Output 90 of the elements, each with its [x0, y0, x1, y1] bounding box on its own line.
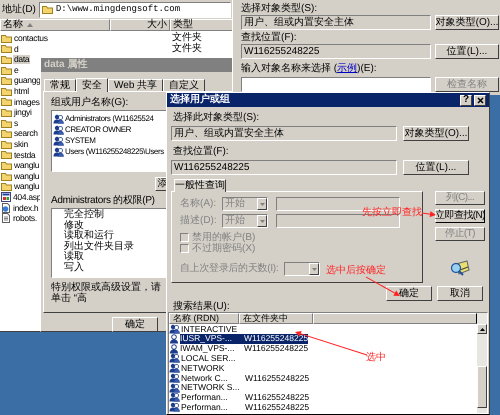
hint-text: 特别权限或高级设置，请单击 “高 [51, 282, 162, 304]
column-header[interactable]: 大小 [110, 19, 170, 31]
address-field[interactable]: D:\www.mingdengsoft.com [38, 2, 231, 18]
file-name[interactable]: testda [13, 150, 36, 160]
list-item: 列出文件夹目录 [64, 242, 134, 252]
address-label: 地址(D) [2, 4, 36, 14]
dialog-button[interactable]: 位置(L)... [403, 160, 469, 175]
help-button[interactable]: ? [460, 94, 472, 106]
field-label: 名称(A): [180, 199, 218, 209]
list-item: 读取 [64, 252, 84, 262]
result-row[interactable]: Network C... W116255248225 [181, 372, 309, 383]
text-field[interactable]: W116255248225 [241, 44, 431, 59]
file-name[interactable]: d [13, 44, 20, 54]
table-cell-text: W116255248225 [243, 344, 308, 353]
text-field[interactable]: W116255248225 [171, 160, 397, 175]
annotation-text: 选中 [366, 353, 386, 363]
table-cell-text: IUSR_VPS-... [180, 334, 233, 343]
file-name[interactable]: skin [13, 140, 29, 148]
file-name[interactable]: contactus [13, 34, 49, 43]
field-label: 输入对象名称来选择 (示例)(E): [241, 63, 378, 75]
column-header[interactable]: 名称 (RDN) [169, 313, 239, 324]
table-cell-text: W116255248225 [244, 374, 309, 382]
field-label: 搜索结果(U): [173, 301, 231, 312]
file-name[interactable]: index.h [12, 204, 40, 212]
field-label: 选择此对象类型(S): [173, 112, 260, 124]
window-title: data 属性 [44, 60, 88, 70]
field-label: 描述(D): [180, 216, 218, 226]
file-name[interactable]: search [13, 129, 39, 138]
tab[interactable]: 自定义 [163, 79, 206, 91]
list-item[interactable]: Users (W116255248225\Users [65, 148, 164, 156]
list-item: 读取和运行 [64, 231, 114, 242]
table-cell-text: IWAM_VPS-... [180, 344, 236, 353]
result-row[interactable]: INTERACTIVE [181, 324, 243, 334]
window-title: 选择用户或组 [170, 95, 231, 105]
table-cell-text: Performan... [181, 393, 229, 402]
text-field[interactable]: 用户、组或内置安全主体 [171, 126, 397, 141]
file-name[interactable]: wanglu [13, 182, 40, 191]
table-cell-text: Network C... [181, 374, 229, 382]
result-row[interactable]: NETWORK S... [181, 382, 243, 393]
file-name[interactable]: e [13, 66, 20, 74]
file-type: 文件夹 [172, 33, 202, 44]
ok-button[interactable]: 确定 [112, 317, 158, 332]
table-cell-text: W116255248225 [244, 403, 309, 412]
dialog-button[interactable]: 对象类型(O)... [403, 126, 469, 141]
file-name[interactable]: s [13, 118, 19, 128]
checkbox-label: 不过期密码(X) [192, 244, 256, 254]
example-link[interactable]: 示例 [337, 63, 358, 74]
file-type: 文件夹 [172, 44, 202, 54]
dialog-button[interactable]: 位置(L)... [435, 44, 499, 59]
file-name[interactable]: images [13, 98, 41, 106]
tab[interactable]: Web 共享 [108, 79, 164, 91]
list-item[interactable]: CREATOR OWNER [65, 126, 132, 134]
file-name[interactable]: jingyi [13, 108, 33, 117]
cancel-button[interactable]: 取消 [437, 286, 483, 301]
tab[interactable]: 常规 [44, 79, 76, 91]
text-field[interactable]: 用户、组或内置安全主体 [241, 15, 431, 30]
column-header[interactable]: 名称 [0, 19, 110, 31]
annotation-text: 选中后按确定 [326, 266, 386, 276]
result-row[interactable]: LOCAL SER... [181, 353, 243, 364]
file-name[interactable]: wanglu [13, 172, 40, 180]
column-header[interactable]: 在文件夹中 [239, 313, 313, 324]
list-item[interactable]: SYSTEM [65, 136, 96, 144]
field-label: 查找位置(F): [241, 32, 298, 44]
field-label: 组或用户名称(G): [51, 97, 128, 109]
tab[interactable]: 安全 [76, 78, 108, 92]
result-row[interactable]: Performan... W116255248225 [181, 392, 309, 402]
field-label: 自上次登录后的天数(I): [180, 264, 280, 274]
result-row[interactable]: IUSR_VPS-... W116255248225 [180, 334, 308, 344]
table-cell-text: W116255248225 [244, 393, 309, 402]
file-name[interactable]: wanglu [13, 161, 40, 170]
checkbox-label: 禁用的帐户(B) [192, 232, 256, 242]
dialog-button[interactable]: 对象类型(O)... [435, 15, 499, 30]
list-item: 修改 [64, 220, 84, 231]
field-label: Administrators 的权限(P) [51, 195, 155, 207]
list-item: 写入 [64, 262, 84, 274]
ok-button[interactable]: 确定 [386, 286, 432, 301]
file-name[interactable]: data [13, 55, 30, 64]
annotation-text: 先按立即查找 [362, 208, 422, 218]
result-row[interactable]: NETWORK [181, 363, 243, 374]
file-name[interactable]: robots. [12, 214, 38, 223]
field-label: 选择对象类型(S): [241, 3, 318, 15]
table-cell-text: Performan... [181, 403, 229, 412]
list-item[interactable]: Administrators (W11625524 [65, 114, 154, 122]
field-label: 查找位置(F): [173, 146, 230, 158]
result-row[interactable]: IWAM_VPS-... W116255248225 [180, 344, 308, 354]
file-name[interactable]: guangg [13, 76, 42, 85]
file-name[interactable]: html [13, 87, 30, 96]
table-cell-text: W116255248225 [243, 334, 308, 343]
result-row[interactable]: Performan... W116255248225 [181, 402, 309, 412]
list-item: 完全控制 [64, 210, 104, 220]
